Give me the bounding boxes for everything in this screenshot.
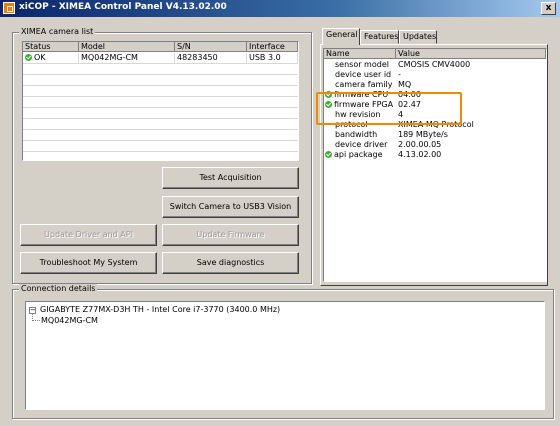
tree-node-camera-label: MQ042MG-CM [41, 316, 98, 325]
property-name-text: sensor model [335, 60, 389, 69]
table-row-empty [23, 75, 298, 86]
camera-list-label: XIMEA camera list [19, 27, 96, 36]
property-name-text: camera family [335, 80, 393, 89]
property-name-text: api package [334, 150, 383, 159]
property-name: camera family [324, 80, 396, 90]
model-cell: MQ042MG-CM [79, 53, 175, 63]
table-row-empty [23, 97, 298, 108]
property-value: 2.00.00.05 [398, 140, 442, 149]
property-row[interactable]: api package 4.13.02.00 [324, 150, 546, 160]
interface-cell: USB 3.0 [247, 53, 298, 63]
property-name: device driver [324, 140, 396, 150]
property-row[interactable]: bandwidth 189 MByte/s [324, 130, 546, 140]
camera-table: Status Model S/N Interface OK MQ042MG-CM… [22, 41, 299, 161]
app-icon [3, 2, 15, 14]
property-value: CMOSIS CMV4000 [398, 60, 471, 69]
table-row-empty [23, 108, 298, 119]
property-row[interactable]: sensor model CMOSIS CMV4000 [324, 60, 546, 70]
table-row-empty [23, 141, 298, 152]
property-value: 4.13.02.00 [398, 150, 442, 159]
property-name: api package [324, 150, 396, 160]
property-name: bandwidth [324, 130, 396, 140]
tab-features[interactable]: Features [360, 30, 399, 44]
ok-check-icon [325, 151, 332, 158]
window-title: xiCOP - XIMEA Control Panel V4.13.02.00 [19, 2, 227, 12]
tree-node-host-label: GIGABYTE Z77MX-D3H TH - Intel Core i7-37… [40, 305, 281, 314]
tab-general[interactable]: General [322, 28, 360, 45]
main-window: xiCOP - XIMEA Control Panel V4.13.02.00 … [0, 0, 560, 426]
switch-usb3-vision-button[interactable]: Switch Camera to USB3 Vision [162, 196, 299, 218]
table-row-empty [23, 86, 298, 97]
properties-table: Name Value sensor model CMOSIS CMV4000 dev… [323, 48, 547, 282]
ok-check-icon [25, 54, 32, 61]
property-name-text: device user id [335, 70, 392, 79]
troubleshoot-button[interactable]: Troubleshoot My System [20, 252, 157, 274]
status-text: OK [34, 53, 46, 62]
close-button[interactable]: x [541, 2, 556, 15]
sn-cell: 48283450 [175, 53, 247, 63]
table-row-empty [23, 119, 298, 130]
table-row-empty [23, 130, 298, 141]
col-status-header[interactable]: Status [23, 42, 79, 52]
camera-table-header: Status Model S/N Interface [23, 42, 298, 53]
property-row[interactable]: device user id - [324, 70, 546, 80]
property-value: MQ [398, 80, 412, 89]
connection-details-label: Connection details [19, 284, 98, 293]
property-value: - [398, 70, 401, 79]
table-row[interactable]: OK MQ042MG-CM 48283450 USB 3.0 [23, 53, 298, 64]
properties-table-header: Name Value [324, 49, 546, 60]
property-name: device user id [324, 70, 396, 80]
property-row[interactable]: camera family MQ [324, 80, 546, 90]
property-name-text: device driver [335, 140, 388, 149]
firmware-highlight-box [316, 92, 462, 125]
update-driver-button[interactable]: Update Driver and API [20, 224, 157, 246]
col-sn-header[interactable]: S/N [175, 42, 247, 52]
col-name-header[interactable]: Name [324, 49, 396, 59]
property-name-text: bandwidth [335, 130, 378, 139]
tree-node-host[interactable]: − GIGABYTE Z77MX-D3H TH - Intel Core i7-3… [29, 305, 280, 314]
col-value-header[interactable]: Value [396, 49, 546, 59]
save-diagnostics-button[interactable]: Save diagnostics [162, 252, 299, 274]
connection-tree: − GIGABYTE Z77MX-D3H TH - Intel Core i7-3… [25, 301, 545, 410]
property-row[interactable]: device driver 2.00.00.05 [324, 140, 546, 150]
col-model-header[interactable]: Model [79, 42, 175, 52]
tree-connector-line [32, 313, 40, 321]
tree-node-camera[interactable]: MQ042MG-CM [41, 316, 98, 325]
col-interface-header[interactable]: Interface [247, 42, 298, 52]
title-bar[interactable]: xiCOP - XIMEA Control Panel V4.13.02.00 … [0, 0, 560, 17]
property-name: sensor model [324, 60, 396, 70]
test-acquisition-button[interactable]: Test Acquisition [162, 167, 299, 189]
table-row-empty [23, 64, 298, 75]
property-value: 189 MByte/s [398, 130, 448, 139]
tab-updates[interactable]: Updates [399, 30, 437, 44]
status-cell: OK [23, 53, 79, 63]
update-firmware-button[interactable]: Update Firmware [162, 224, 299, 246]
